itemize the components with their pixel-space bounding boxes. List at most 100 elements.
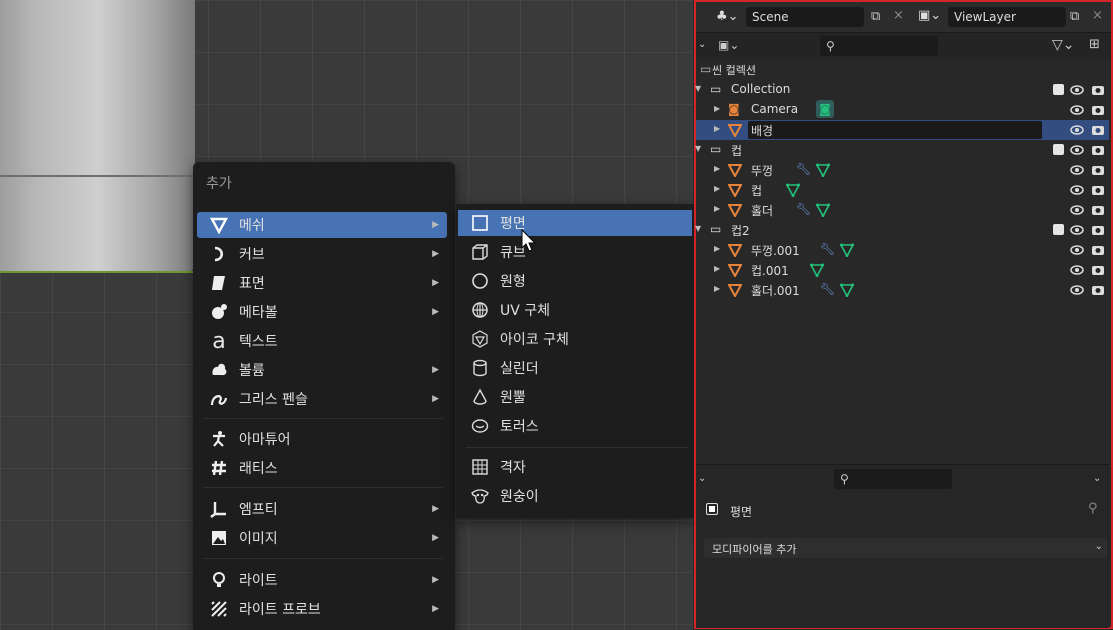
submenu-item-cone[interactable]: 원뿔 bbox=[458, 384, 692, 410]
cylinder-object[interactable] bbox=[0, 0, 195, 272]
menu-item-volume[interactable]: 볼륨 ▶ bbox=[197, 357, 447, 383]
new-collection-icon[interactable]: ⊞ bbox=[1089, 37, 1100, 52]
outliner-row-cup[interactable]: ▶ 컵 bbox=[696, 180, 1109, 200]
outliner-row-holder-001[interactable]: ▶ 홀더.001 🔧︎ bbox=[696, 280, 1109, 300]
camera-render-icon[interactable] bbox=[1091, 123, 1105, 137]
add-modifier-button[interactable]: 모디파이어를 추가 ⌄ bbox=[704, 538, 1107, 558]
submenu-item-cylinder[interactable]: 실린더 bbox=[458, 355, 692, 381]
camera-render-icon[interactable] bbox=[1091, 103, 1105, 117]
camera-render-icon[interactable] bbox=[1091, 223, 1105, 237]
menu-item-light-probe[interactable]: 라이트 프로브 ▶ bbox=[197, 596, 447, 622]
expand-arrow-icon[interactable]: ▶ bbox=[714, 264, 720, 273]
outliner-row-collection-cup2[interactable]: ▼ ▭ 컵2 bbox=[695, 220, 1109, 240]
eye-icon[interactable] bbox=[1070, 123, 1084, 137]
outliner-row-collection[interactable]: ▼ ▭ Collection bbox=[695, 80, 1109, 100]
menu-item-surface[interactable]: 표면 ▶ bbox=[197, 270, 447, 296]
close-layer-icon[interactable]: × bbox=[1092, 8, 1103, 23]
wrench-modifier-icon[interactable]: 🔧︎ bbox=[820, 282, 835, 296]
camera-render-icon[interactable] bbox=[1091, 143, 1105, 157]
menu-item-light[interactable]: 라이트 ▶ bbox=[197, 567, 447, 593]
wrench-modifier-icon[interactable]: 🔧︎ bbox=[820, 242, 835, 256]
menu-item-image[interactable]: 이미지 ▶ bbox=[197, 525, 447, 551]
camera-render-icon[interactable] bbox=[1091, 283, 1105, 297]
menu-item-curve[interactable]: 커브 ▶ bbox=[197, 241, 447, 267]
properties-options-icon[interactable]: ⌄ bbox=[1093, 473, 1101, 484]
expand-arrow-icon[interactable]: ▶ bbox=[714, 284, 720, 293]
eye-icon[interactable] bbox=[1070, 203, 1084, 217]
menu-item-empty[interactable]: 엠프티 ▶ bbox=[197, 496, 447, 522]
eye-icon[interactable] bbox=[1070, 143, 1084, 157]
submenu-item-plane[interactable]: 평면 bbox=[458, 210, 692, 236]
mesh-data-icon[interactable] bbox=[816, 163, 830, 177]
expand-arrow-icon[interactable]: ▶ bbox=[714, 124, 720, 133]
wrench-modifier-icon[interactable]: 🔧︎ bbox=[796, 202, 811, 216]
expand-arrow-icon[interactable]: ▶ bbox=[714, 204, 720, 213]
collapse-arrow-icon[interactable]: ▼ bbox=[695, 224, 701, 233]
mesh-data-icon[interactable] bbox=[786, 183, 800, 197]
outliner-row-cup-001[interactable]: ▶ 컵.001 bbox=[696, 260, 1109, 280]
duplicate-layer-icon[interactable]: ⧉ bbox=[1070, 9, 1079, 24]
camera-render-icon[interactable] bbox=[1091, 163, 1105, 177]
outliner-row-lid[interactable]: ▶ 뚜껑 🔧︎ bbox=[696, 160, 1109, 180]
submenu-item-grid[interactable]: 격자 bbox=[458, 454, 692, 480]
exclude-checkbox[interactable] bbox=[1053, 84, 1064, 95]
camera-render-icon[interactable] bbox=[1091, 263, 1105, 277]
camera-render-icon[interactable] bbox=[1091, 183, 1105, 197]
mesh-data-icon[interactable] bbox=[816, 203, 830, 217]
outliner-row-background[interactable]: ▶ 배경 bbox=[696, 120, 1109, 140]
submenu-item-cube[interactable]: 큐브 bbox=[458, 239, 692, 265]
view-layer-field[interactable]: ViewLayer bbox=[948, 7, 1066, 27]
close-scene-icon[interactable]: × bbox=[893, 8, 904, 23]
search-input[interactable]: ⚲ bbox=[820, 36, 938, 56]
camera-render-icon[interactable] bbox=[1091, 243, 1105, 257]
display-mode-icon[interactable]: ▣⌄ bbox=[718, 38, 739, 52]
outliner-row-collection-cup[interactable]: ▼ ▭ 컵 bbox=[695, 140, 1109, 160]
eye-icon[interactable] bbox=[1070, 163, 1084, 177]
menu-item-text[interactable]: a 텍스트 bbox=[197, 328, 447, 354]
submenu-item-circle[interactable]: 원형 bbox=[458, 268, 692, 294]
rename-input[interactable]: 배경 bbox=[748, 121, 1042, 139]
submenu-item-torus[interactable]: 토러스 bbox=[458, 413, 692, 439]
duplicate-scene-icon[interactable]: ⧉ bbox=[871, 9, 880, 24]
view-layer-icon[interactable]: ▣⌄ bbox=[918, 8, 941, 23]
menu-item-lattice[interactable]: 래티스 bbox=[197, 455, 447, 481]
menu-item-grease-pencil[interactable]: 그리스 펜슬 ▶ bbox=[197, 386, 447, 412]
camera-data-icon[interactable]: ◙ bbox=[816, 100, 834, 118]
menu-item-metaball[interactable]: 메타볼 ▶ bbox=[197, 299, 447, 325]
properties-search-input[interactable]: ⚲ bbox=[834, 469, 952, 489]
filter-icon[interactable]: ▽⌄ bbox=[1052, 37, 1075, 53]
properties-editor-type-icon[interactable]: ⌄ bbox=[698, 473, 706, 484]
mesh-data-icon[interactable] bbox=[840, 283, 854, 297]
eye-icon[interactable] bbox=[1070, 103, 1084, 117]
scene-type-icon[interactable]: ♣⌄ bbox=[716, 9, 739, 24]
expand-arrow-icon[interactable]: ▶ bbox=[714, 244, 720, 253]
submenu-item-uv-sphere[interactable]: UV 구체 bbox=[458, 297, 692, 323]
mesh-data-icon[interactable] bbox=[810, 263, 824, 277]
outliner-row-camera[interactable]: ▶ ◙ Camera ◙ bbox=[696, 100, 1109, 120]
collapse-arrow-icon[interactable]: ▼ bbox=[695, 84, 701, 93]
camera-render-icon[interactable] bbox=[1091, 83, 1105, 97]
scene-field[interactable]: Scene bbox=[746, 7, 864, 27]
menu-item-mesh[interactable]: 메쉬 ▶ bbox=[197, 212, 447, 238]
scene-collection-row[interactable]: ▭ 씬 컬렉션 bbox=[696, 60, 1109, 80]
eye-icon[interactable] bbox=[1070, 183, 1084, 197]
outliner-row-lid-001[interactable]: ▶ 뚜껑.001 🔧︎ bbox=[696, 240, 1109, 260]
submenu-item-ico-sphere[interactable]: 아이코 구체 bbox=[458, 326, 692, 352]
camera-render-icon[interactable] bbox=[1091, 203, 1105, 217]
exclude-checkbox[interactable] bbox=[1053, 224, 1064, 235]
submenu-item-monkey[interactable]: 원숭이 bbox=[458, 483, 692, 509]
wrench-modifier-icon[interactable]: 🔧︎ bbox=[796, 162, 811, 176]
menu-item-armature[interactable]: 아마튜어 bbox=[197, 426, 447, 452]
pin-icon[interactable]: ⚲ bbox=[1088, 501, 1098, 516]
editor-type-icon[interactable]: ⌄ bbox=[698, 39, 706, 50]
collapse-arrow-icon[interactable]: ▼ bbox=[695, 144, 701, 153]
expand-arrow-icon[interactable]: ▶ bbox=[714, 104, 720, 113]
expand-arrow-icon[interactable]: ▶ bbox=[714, 164, 720, 173]
eye-icon[interactable] bbox=[1070, 223, 1084, 237]
eye-icon[interactable] bbox=[1070, 263, 1084, 277]
eye-icon[interactable] bbox=[1070, 83, 1084, 97]
mesh-data-icon[interactable] bbox=[840, 243, 854, 257]
eye-icon[interactable] bbox=[1070, 283, 1084, 297]
exclude-checkbox[interactable] bbox=[1053, 144, 1064, 155]
expand-arrow-icon[interactable]: ▶ bbox=[714, 184, 720, 193]
